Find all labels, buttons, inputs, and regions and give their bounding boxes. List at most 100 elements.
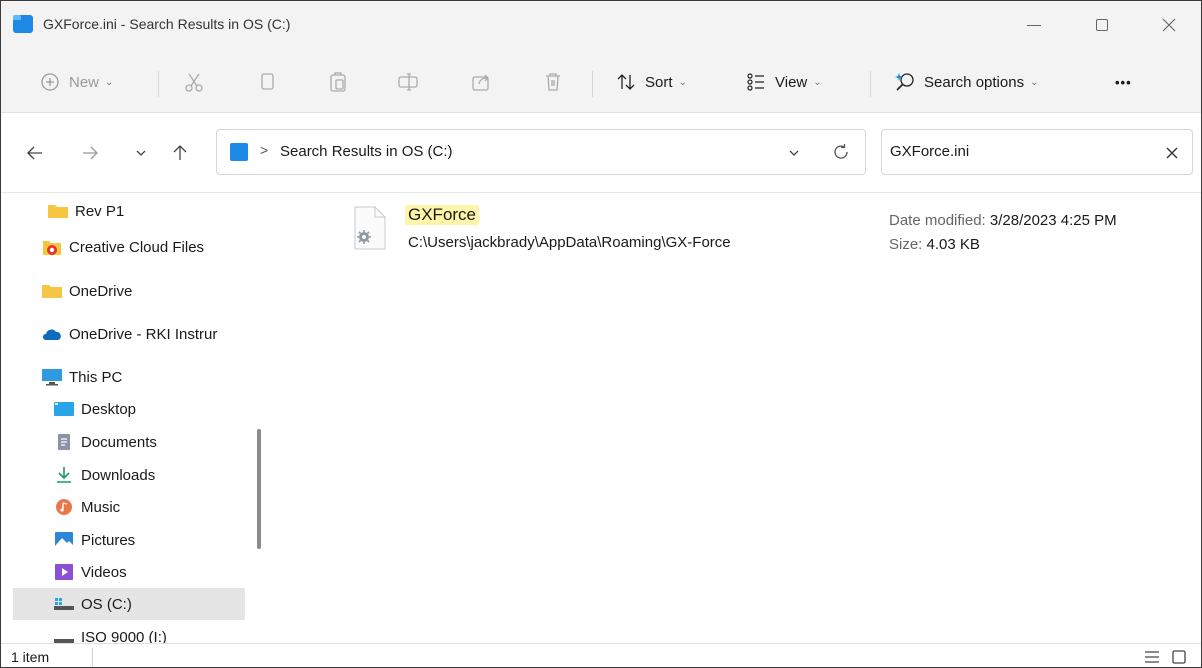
documents-icon bbox=[53, 433, 75, 451]
toolbar-divider bbox=[158, 71, 159, 97]
sidebar-item-desktop[interactable]: Desktop bbox=[13, 393, 245, 425]
view-button[interactable]: View ⌄ bbox=[745, 67, 822, 97]
sidebar-item-label: Rev P1 bbox=[75, 202, 125, 220]
details-view-button[interactable] bbox=[1142, 647, 1162, 667]
sidebar-item-rev-p1[interactable]: Rev P1 bbox=[13, 195, 245, 227]
download-icon bbox=[53, 466, 75, 484]
clear-search-button[interactable] bbox=[1160, 141, 1184, 165]
creative-cloud-icon bbox=[41, 238, 63, 256]
sidebar-item-label: OS (C:) bbox=[81, 595, 132, 613]
refresh-icon bbox=[834, 144, 848, 159]
close-window-button[interactable] bbox=[1146, 9, 1192, 41]
sidebar-item-videos[interactable]: Videos bbox=[13, 556, 245, 588]
details-view-icon bbox=[1145, 651, 1159, 663]
toolbar-divider bbox=[592, 71, 593, 97]
new-label: New bbox=[69, 73, 100, 91]
sidebar-scrollbar[interactable] bbox=[257, 429, 261, 549]
new-button[interactable]: New ⌄ bbox=[39, 67, 113, 97]
paste-button[interactable] bbox=[325, 69, 351, 95]
file-name[interactable]: GXForce bbox=[405, 205, 480, 225]
share-button[interactable] bbox=[468, 69, 494, 95]
sidebar-item-iso-9000[interactable]: ISO 9000 (I:) bbox=[13, 621, 245, 643]
breadcrumb[interactable]: Search Results in OS (C:) bbox=[280, 143, 453, 160]
breadcrumb-separator: > bbox=[260, 142, 269, 158]
rename-button[interactable] bbox=[395, 69, 421, 95]
sidebar-item-label: This PC bbox=[69, 368, 123, 386]
minimize-button[interactable] bbox=[1011, 9, 1057, 41]
search-input[interactable]: GXForce.ini bbox=[881, 129, 1193, 175]
videos-icon bbox=[53, 563, 75, 581]
arrow-right-icon bbox=[83, 146, 98, 160]
cut-button[interactable] bbox=[181, 69, 207, 95]
address-history-button[interactable] bbox=[782, 141, 806, 165]
sidebar-item-label: OneDrive bbox=[69, 282, 133, 300]
sort-icon bbox=[615, 71, 637, 93]
more-options-button[interactable]: ••• bbox=[1115, 67, 1132, 97]
address-bar[interactable]: > Search Results in OS (C:) bbox=[216, 129, 866, 175]
item-count: 1 item bbox=[11, 649, 50, 665]
file-path: C:\Users\jackbrady\AppData\Roaming\GX-Fo… bbox=[408, 234, 731, 251]
status-divider bbox=[92, 648, 93, 666]
plus-circle-icon bbox=[39, 71, 61, 93]
folder-icon bbox=[47, 202, 69, 220]
folder-icon bbox=[41, 282, 63, 300]
view-label: View bbox=[775, 73, 808, 91]
forward-button[interactable] bbox=[76, 139, 104, 167]
settings-file-icon bbox=[351, 205, 387, 251]
music-icon bbox=[53, 498, 75, 516]
chevron-down-icon: ⌄ bbox=[105, 76, 114, 88]
sidebar-item-label: Creative Cloud Files bbox=[69, 238, 205, 256]
recent-locations-button[interactable] bbox=[127, 139, 155, 167]
command-bar: New ⌄ Sort ⌄ View ⌄ Search options ⌄ ••• bbox=[1, 51, 1201, 113]
sidebar-item-label: Music bbox=[81, 498, 121, 516]
search-query[interactable]: GXForce.ini bbox=[890, 143, 969, 160]
status-bar: 1 item bbox=[1, 643, 1201, 667]
tiles-view-button[interactable] bbox=[1169, 647, 1189, 667]
navigation-pane: Rev P1 Creative Cloud Files OneDrive One… bbox=[1, 193, 263, 643]
sidebar-item-label: Videos bbox=[81, 563, 127, 581]
sidebar-item-downloads[interactable]: Downloads bbox=[13, 459, 245, 491]
toolbar-divider bbox=[870, 71, 871, 97]
sidebar-item-onedrive[interactable]: OneDrive bbox=[13, 275, 245, 307]
delete-button[interactable] bbox=[540, 69, 566, 95]
sidebar-item-label: Pictures bbox=[81, 531, 136, 549]
drive-icon bbox=[53, 595, 75, 613]
sidebar-item-this-pc[interactable]: This PC bbox=[13, 361, 245, 393]
refresh-button[interactable] bbox=[828, 139, 854, 165]
sort-button[interactable]: Sort ⌄ bbox=[615, 67, 687, 97]
search-options-button[interactable]: Search options ⌄ bbox=[894, 67, 1038, 97]
chevron-down-icon: ⌄ bbox=[813, 76, 822, 88]
sidebar-item-label: ISO 9000 (I:) bbox=[81, 628, 167, 644]
share-icon bbox=[472, 74, 489, 91]
sidebar-item-label: Downloads bbox=[81, 466, 156, 484]
results-pane: GXForce C:\Users\jackbrady\AppData\Roami… bbox=[263, 193, 1201, 643]
maximize-icon bbox=[1096, 19, 1108, 31]
navigation-bar: > Search Results in OS (C:) GXForce.ini bbox=[1, 113, 1201, 193]
sidebar-item-music[interactable]: Music bbox=[13, 491, 245, 523]
copy-button[interactable] bbox=[254, 69, 280, 95]
drive-icon bbox=[53, 628, 75, 643]
desktop-icon bbox=[53, 400, 75, 418]
folder-search-icon bbox=[13, 15, 33, 33]
back-button[interactable] bbox=[21, 139, 49, 167]
up-button[interactable] bbox=[166, 139, 194, 167]
view-icon bbox=[745, 71, 767, 93]
computer-icon bbox=[41, 368, 63, 386]
date-modified-label: Date modified: bbox=[889, 212, 990, 229]
file-size: Size: 4.03 KB bbox=[889, 236, 980, 253]
chevron-down-icon bbox=[789, 150, 799, 156]
sidebar-item-documents[interactable]: Documents bbox=[13, 426, 245, 458]
sidebar-item-label: Documents bbox=[81, 433, 157, 451]
arrow-up-icon bbox=[173, 145, 187, 160]
sidebar-item-os-c[interactable]: OS (C:) bbox=[13, 588, 245, 620]
search-options-label: Search options bbox=[924, 73, 1025, 91]
maximize-button[interactable] bbox=[1079, 9, 1125, 41]
sidebar-item-pictures[interactable]: Pictures bbox=[13, 524, 245, 556]
date-modified: Date modified: 3/28/2023 4:25 PM bbox=[889, 212, 1117, 229]
sidebar-item-creative-cloud[interactable]: Creative Cloud Files bbox=[13, 231, 245, 263]
scissors-icon bbox=[185, 73, 203, 92]
sidebar-item-onedrive-rki[interactable]: OneDrive - RKI Instrur bbox=[13, 318, 245, 350]
pictures-icon bbox=[53, 531, 75, 549]
explorer-window: GXForce.ini - Search Results in OS (C:) … bbox=[0, 0, 1202, 668]
tiles-view-icon bbox=[1172, 650, 1186, 664]
